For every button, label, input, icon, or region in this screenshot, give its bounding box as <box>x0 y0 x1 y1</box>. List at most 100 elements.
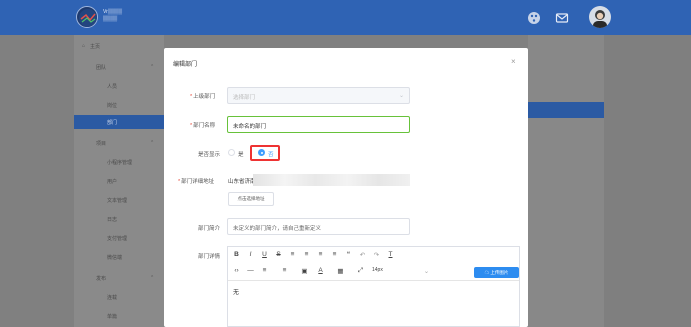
chevron-down-icon: ⌄ <box>398 93 404 99</box>
sidebar-item-positions[interactable]: 岗位 <box>74 98 164 112</box>
redo-icon[interactable]: ↷ <box>372 251 381 259</box>
logo-line-2: ▒▒▒▒ <box>103 16 118 22</box>
visible-label: 是否显示 <box>198 152 221 158</box>
address-label: *部门详细地址 <box>178 177 214 185</box>
sidebar-item-label: 文本管理 <box>107 198 128 204</box>
font-size-select[interactable]: 14px <box>372 267 402 273</box>
parent-department-select: 选择部门 ⌄ <box>227 87 410 104</box>
dialog-title: 编辑部门 <box>173 62 198 68</box>
sidebar-item-department[interactable]: 部门 <box>74 115 164 129</box>
sidebar-item-label: 单篇 <box>107 314 118 320</box>
mail-icon[interactable] <box>555 11 569 25</box>
sidebar-item-users[interactable]: 用户 <box>74 174 164 188</box>
logo-text: Vr▒▒▒▒ ▒▒▒▒ <box>103 9 122 23</box>
sidebar-group-project[interactable]: 项目 ⌃ <box>74 136 164 150</box>
align-center-icon[interactable]: ≡ <box>302 251 311 258</box>
sidebar-item-label: 岗位 <box>107 103 118 109</box>
logo-icon[interactable] <box>76 6 98 28</box>
sidebar-item-staff[interactable]: 人员 <box>74 79 164 93</box>
required-mark: * <box>190 94 193 100</box>
sidebar-item-label: 主页 <box>90 44 101 50</box>
upload-image-button[interactable]: ☁ 上传图片 <box>474 267 519 278</box>
home-icon: ⌂ <box>82 43 86 49</box>
intro-input[interactable]: 未定义的部门简介，请自己重新定义 <box>227 218 410 235</box>
sidebar-group-label: 团队 <box>96 65 107 71</box>
parent-department-label: *上级部门 <box>190 92 215 100</box>
sidebar-item-payment[interactable]: 支付管理 <box>74 231 164 245</box>
clear-format-icon[interactable]: T <box>386 251 395 258</box>
font-color-icon[interactable]: A <box>316 267 325 274</box>
align-right-icon[interactable]: ≡ <box>316 251 325 258</box>
align-justify-icon[interactable]: ≡ <box>330 251 339 258</box>
background-color-icon[interactable]: ▦ <box>336 267 345 275</box>
detail-label: 部门详情 <box>198 254 221 260</box>
top-bar: Vr▒▒▒▒ ▒▒▒▒ <box>0 0 691 35</box>
close-icon[interactable]: × <box>511 57 516 66</box>
radio-yes[interactable] <box>228 149 235 156</box>
sidebar-item-text[interactable]: 文本管理 <box>74 193 164 207</box>
blockquote-icon[interactable]: “ <box>344 251 353 258</box>
highlight-box <box>250 145 280 161</box>
label-text: 部门名称 <box>193 123 216 129</box>
editor-toolbar-row-1: B I U S ≡ ≡ ≡ ≡ “ ↶ ↷ T <box>228 249 519 263</box>
sidebar-item-home[interactable]: ⌂ 主页 <box>74 39 164 53</box>
sidebar-item-wechat[interactable]: 微信端 <box>74 250 164 264</box>
numbered-list-icon[interactable]: ≡ <box>280 267 289 274</box>
sidebar-group-label: 发布 <box>96 276 107 282</box>
choose-address-button[interactable]: 点击选择地址 <box>228 192 274 206</box>
bold-icon[interactable]: B <box>232 251 241 258</box>
sidebar-item-label: 连载 <box>107 295 118 301</box>
user-avatar[interactable] <box>589 6 611 28</box>
sidebar-group-label: 项目 <box>96 141 107 147</box>
sidebar-item-single[interactable]: 单篇 <box>74 309 164 323</box>
required-mark: * <box>190 123 193 129</box>
department-name-input[interactable]: 未命名的部门 <box>227 116 410 133</box>
editor-content-area[interactable]: 无 <box>228 280 519 327</box>
upload-button-label: 上传图片 <box>490 270 509 275</box>
input-placeholder: 未定义的部门简介，请自己重新定义 <box>233 226 322 232</box>
cloud-upload-icon: ☁ <box>484 270 490 275</box>
radio-yes-label: 是 <box>238 152 244 158</box>
background-table <box>528 35 604 327</box>
sidebar-item-log[interactable]: 日志 <box>74 212 164 226</box>
select-value: 选择部门 <box>233 95 256 101</box>
sidebar-item-serial[interactable]: 连载 <box>74 290 164 304</box>
department-name-label: *部门名称 <box>190 121 215 129</box>
chevron-up-icon: ⌃ <box>150 140 155 146</box>
sidebar-item-label: 微信端 <box>107 255 123 261</box>
editor-content: 无 <box>233 290 240 296</box>
sidebar-item-label: 人员 <box>107 84 118 90</box>
background-right-area <box>604 35 691 327</box>
logo-line-1: Vr▒▒▒▒ <box>103 9 122 15</box>
rich-text-editor: B I U S ≡ ≡ ≡ ≡ “ ↶ ↷ T ‹› — ≡ ≡ ▣ A ▦ ⤢… <box>227 246 520 327</box>
sidebar-group-team[interactable]: 团队 ⌃ <box>74 60 164 74</box>
italic-icon[interactable]: I <box>246 251 255 258</box>
align-left-icon[interactable]: ≡ <box>288 251 297 258</box>
chevron-down-icon: ⌄ <box>423 268 430 275</box>
sidebar-item-label: 用户 <box>107 179 118 185</box>
sidebar-item-label: 日志 <box>107 217 118 223</box>
sidebar: ⌂ 主页 团队 ⌃ 人员 岗位 部门 项目 ⌃ 小程序管理 用户 文本管理 日志… <box>74 35 164 327</box>
bullet-list-icon[interactable]: ≡ <box>260 267 269 274</box>
label-text: 部门详细地址 <box>181 179 215 185</box>
chevron-up-icon: ⌃ <box>150 275 155 281</box>
sidebar-item-label: 支付管理 <box>107 236 128 242</box>
sidebar-group-publish[interactable]: 发布 ⌃ <box>74 271 164 285</box>
sidebar-item-label: 小程序管理 <box>107 160 133 166</box>
sidebar-item-miniprogram[interactable]: 小程序管理 <box>74 155 164 169</box>
palette-icon[interactable] <box>527 11 541 25</box>
image-icon[interactable]: ▣ <box>300 267 309 275</box>
strikethrough-icon[interactable]: S <box>274 251 283 258</box>
sidebar-item-label: 部门 <box>107 120 118 126</box>
divider-icon[interactable]: — <box>246 267 255 274</box>
fullscreen-icon[interactable]: ⤢ <box>356 267 365 275</box>
label-text: 上级部门 <box>193 94 216 100</box>
code-icon[interactable]: ‹› <box>232 267 241 274</box>
input-value: 未命名的部门 <box>233 124 267 130</box>
background-table-selected-row <box>528 102 604 118</box>
address-redacted <box>253 174 410 186</box>
intro-label: 部门简介 <box>198 226 221 232</box>
underline-icon[interactable]: U <box>260 251 269 258</box>
undo-icon[interactable]: ↶ <box>358 251 367 259</box>
required-mark: * <box>178 179 181 185</box>
